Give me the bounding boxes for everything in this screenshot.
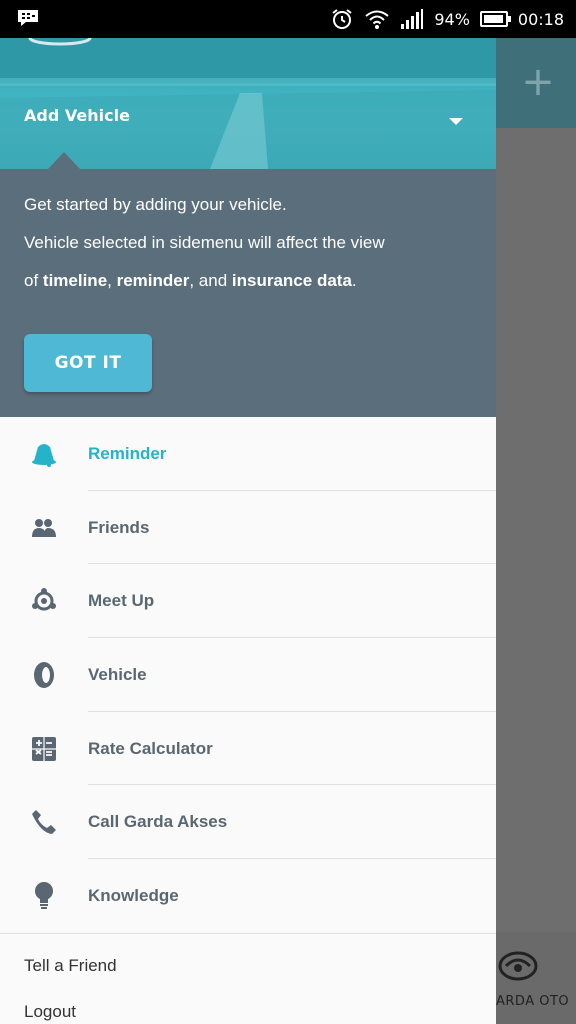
menu-item-reminder[interactable]: Reminder [0, 417, 496, 491]
menu-item-call-garda-akses[interactable]: Call Garda Akses [0, 785, 496, 860]
menu-item-vehicle[interactable]: Vehicle [0, 638, 496, 712]
battery-percent: 94% [434, 9, 470, 29]
drawer-header: Add Vehicle [0, 38, 496, 169]
add-vehicle-label[interactable]: Add Vehicle [24, 106, 130, 125]
tutorial-line-3: of timeline, reminder, and insurance dat… [24, 271, 357, 290]
menu-item-friends[interactable]: Friends [0, 491, 496, 565]
road-background-image [0, 38, 496, 169]
meetup-icon [28, 586, 60, 616]
status-bar: 94% 00:18 [0, 0, 576, 38]
menu-item-label: Vehicle [88, 664, 147, 684]
alarm-icon [332, 9, 352, 29]
bbm-icon [18, 10, 38, 26]
menu-item-knowledge[interactable]: Knowledge [0, 859, 496, 933]
garda-oto-logo-text: ARDA OTO [496, 994, 570, 1009]
calculator-icon [28, 734, 60, 764]
people-icon [28, 513, 60, 543]
phone-icon [28, 807, 60, 837]
garda-oto-logo-icon [498, 951, 538, 981]
dropdown-caret-icon[interactable] [449, 118, 463, 125]
add-icon[interactable]: + [520, 62, 556, 102]
lightbulb-icon [28, 881, 60, 911]
menu-item-label: Reminder [88, 443, 167, 463]
menu-item-label: Rate Calculator [88, 738, 213, 758]
menu-item-meet-up[interactable]: Meet Up [0, 564, 496, 639]
battery-icon [479, 11, 511, 27]
logout-link[interactable]: Logout [24, 1002, 76, 1022]
navigation-drawer: Add Vehicle Get started by adding your v… [0, 38, 496, 1024]
menu-item-label: Meet Up [88, 591, 155, 611]
menu-item-label: Call Garda Akses [88, 812, 228, 832]
signal-icon [401, 9, 424, 29]
menu-item-label: Friends [88, 517, 150, 537]
menu-item-label: Knowledge [88, 885, 179, 905]
menu-item-rate-calculator[interactable]: Rate Calculator [0, 712, 496, 786]
menu-section-divider [0, 932, 496, 934]
tutorial-overlay: Get started by adding your vehicle. Vehi… [0, 169, 496, 417]
tutorial-line-1: Get started by adding your vehicle. [24, 195, 287, 214]
wifi-icon [365, 10, 389, 29]
got-it-button[interactable]: GOT IT [24, 334, 152, 392]
drawer-menu: Reminder Friends Meet Up Vehicle Rate Ca… [0, 417, 496, 934]
tutorial-pointer [48, 152, 80, 169]
tutorial-line-2: Vehicle selected in sidemenu will affect… [24, 233, 385, 252]
clock: 00:18 [517, 9, 564, 29]
tire-icon [28, 660, 60, 690]
bell-icon [28, 439, 60, 469]
tell-a-friend-link[interactable]: Tell a Friend [24, 956, 117, 976]
